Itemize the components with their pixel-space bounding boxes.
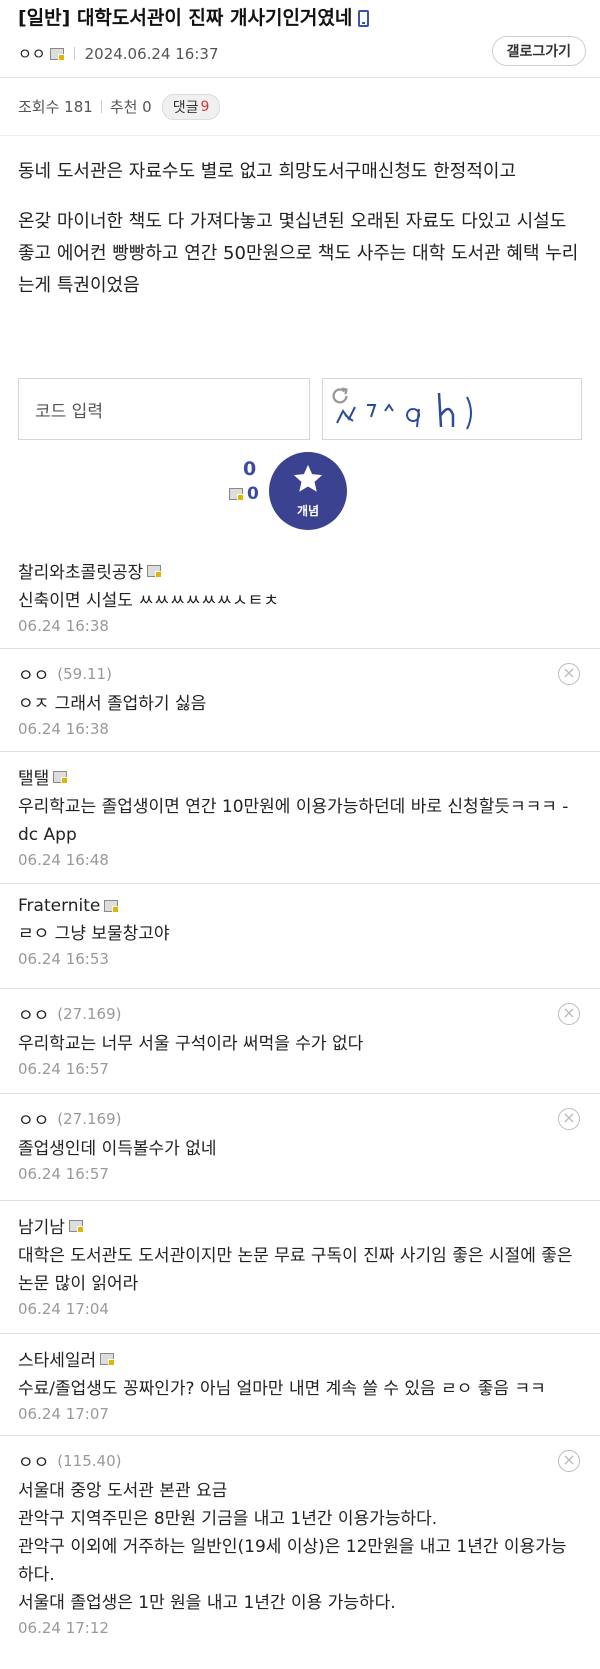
comment-item: 탤탤 우리학교는 졸업생이면 연간 10만원에 이용가능하던데 바로 신청할듯ㅋ… <box>0 752 600 884</box>
comment-ip: (59.11) <box>57 664 112 683</box>
comment-header: 남기남 <box>18 1201 582 1238</box>
captcha-image <box>322 378 582 440</box>
comment-header: Fraternite <box>18 884 582 916</box>
comment-ip: (115.40) <box>57 1451 122 1470</box>
comment-item: 찰리와초콜릿공장 신축이면 시설도 ㅆㅆㅆㅆㅆㅆㅅㅌㅊ 06.24 16:38 <box>0 546 600 649</box>
comment-ip: (27.169) <box>57 1109 122 1128</box>
delete-icon[interactable]: × <box>558 1108 580 1130</box>
delete-icon[interactable]: × <box>558 1003 580 1025</box>
delete-icon[interactable]: × <box>558 663 580 685</box>
comment-date: 06.24 17:04 <box>18 1300 109 1318</box>
comment-author[interactable]: 남기남 <box>18 1213 65 1238</box>
comment-header: 찰리와초콜릿공장 <box>18 546 582 583</box>
comment-date: 06.24 16:57 <box>18 1060 109 1078</box>
comment-text: 서울대 중앙 도서관 본관 요금 관악구 지역주민은 8만원 기금을 내고 1년… <box>18 1481 567 1613</box>
divider <box>100 100 102 113</box>
vote-area: 0 0 개념 <box>0 440 600 546</box>
code-input-placeholder: 코드 입력 <box>35 401 103 422</box>
memo-icon <box>229 488 244 501</box>
comment-text: 졸업생인데 이득볼수가 없네 <box>18 1139 217 1159</box>
comment-text: ㄹㅇ 그냥 보물창고야 <box>18 924 170 944</box>
comment-header: ㅇㅇ (27.169) <box>18 989 582 1027</box>
comment-date: 06.24 16:57 <box>18 1165 109 1183</box>
comment-date: 06.24 17:07 <box>18 1405 109 1423</box>
delete-icon[interactable]: × <box>558 1450 580 1472</box>
comment-date: 06.24 16:38 <box>18 720 109 738</box>
memo-icon <box>49 47 65 61</box>
post-paragraph: 온갖 마이너한 책도 다 가져다놓고 몇십년된 오래된 자료도 다있고 시설도 … <box>18 211 579 296</box>
comment-date: 06.24 17:12 <box>18 1619 109 1637</box>
comment-header: 탤탤 <box>18 752 582 789</box>
post-datetime: 2024.06.24 16:37 <box>84 44 219 63</box>
comment-author[interactable]: ㅇㅇ <box>18 661 49 686</box>
comment-item: ㅇㅇ (27.169) 졸업생인데 이득볼수가 없네 06.24 16:57 × <box>0 1094 600 1201</box>
refresh-icon[interactable] <box>329 385 351 407</box>
comment-text: 대학은 도서관도 도서관이지만 논문 무료 구독이 진짜 사기임 좋은 시절에 … <box>18 1246 573 1294</box>
post-author[interactable]: ㅇㅇ <box>18 43 46 64</box>
comment-item: Fraternite ㄹㅇ 그냥 보물창고야 06.24 16:53 <box>0 884 600 989</box>
post-title: [일반] 대학도서관이 진짜 개사기인거였네 <box>18 6 582 30</box>
comment-date: 06.24 16:53 <box>18 950 109 968</box>
recommend-count: 추천 0 <box>109 98 152 116</box>
comment-count-button[interactable]: 댓글 9 <box>161 93 221 120</box>
downvote-count: 0 <box>247 484 259 504</box>
downvote-count-wrap: 0 <box>225 484 259 504</box>
comment-item: ㅇㅇ (59.11) ㅇㅈ 그래서 졸업하기 싫음 06.24 16:38 × <box>0 649 600 752</box>
comment-list: 찰리와초콜릿공장 신축이면 시설도 ㅆㅆㅆㅆㅆㅆㅅㅌㅊ 06.24 16:38 … <box>0 546 600 1656</box>
comment-text: 우리학교는 너무 서울 구석이라 써먹을 수가 없다 <box>18 1034 364 1054</box>
comment-header: ㅇㅇ (27.169) <box>18 1094 582 1132</box>
comment-author[interactable]: ㅇㅇ <box>18 1106 49 1131</box>
memo-icon <box>147 564 163 578</box>
mobile-icon <box>358 9 370 27</box>
captcha-row: 코드 입력 <box>0 378 600 440</box>
comment-ip: (27.169) <box>57 1004 122 1023</box>
comment-author[interactable]: 스타세일러 <box>18 1346 96 1371</box>
comment-author[interactable]: ㅇㅇ <box>18 1448 49 1473</box>
comment-item: 스타세일러 수료/졸업생도 꽁짜인가? 아님 얼마만 내면 계속 쓸 수 있음 … <box>0 1334 600 1436</box>
upvote-button[interactable]: 개념 <box>269 452 347 530</box>
upvote-label: 개념 <box>296 504 320 518</box>
comment-header: ㅇㅇ (59.11) <box>18 649 582 687</box>
star-icon <box>293 464 323 492</box>
comment-item: ㅇㅇ (115.40) 서울대 중앙 도서관 본관 요금 관악구 지역주민은 8… <box>0 1436 600 1656</box>
comment-date: 06.24 16:38 <box>18 617 109 635</box>
comment-text: ㅇㅈ 그래서 졸업하기 싫음 <box>18 694 207 714</box>
gallog-button[interactable]: 갤로그가기 <box>491 36 586 66</box>
post-body: 동네 도서관은 자료수도 별로 없고 희망도서구매신청도 한정적이고 온갖 마이… <box>0 136 600 378</box>
post-header: [일반] 대학도서관이 진짜 개사기인거였네 ㅇㅇ 2024.06.24 16:… <box>0 0 600 78</box>
comment-text: 우리학교는 졸업생이면 연간 10만원에 이용가능하던데 바로 신청할듯ㅋㅋㅋ … <box>18 797 569 845</box>
view-count: 조회수 181 <box>18 98 93 116</box>
comment-label: 댓글 <box>172 99 199 116</box>
comment-header: 스타세일러 <box>18 1334 582 1371</box>
memo-icon <box>68 1219 84 1233</box>
comment-author[interactable]: Fraternite <box>18 896 100 916</box>
code-input[interactable]: 코드 입력 <box>18 378 310 440</box>
post-stats: 조회수 181 추천 0 댓글 9 <box>0 78 600 136</box>
comment-item: ㅇㅇ (27.169) 우리학교는 너무 서울 구석이라 써먹을 수가 없다 0… <box>0 989 600 1094</box>
divider <box>73 47 75 60</box>
comment-count: 9 <box>200 98 210 115</box>
memo-icon <box>104 900 120 913</box>
post-title-text: [일반] 대학도서관이 진짜 개사기인거였네 <box>18 7 353 29</box>
memo-icon <box>100 1352 116 1366</box>
post-paragraph: 동네 도서관은 자료수도 별로 없고 희망도서구매신청도 한정적이고 <box>18 161 517 182</box>
comment-author[interactable]: 탤탤 <box>18 764 49 789</box>
comment-text: 수료/졸업생도 꽁짜인가? 아님 얼마만 내면 계속 쓸 수 있음 ㄹㅇ 좋음 … <box>18 1379 546 1399</box>
upvote-count: 0 <box>243 458 257 480</box>
comment-date: 06.24 16:48 <box>18 851 109 869</box>
comment-item: 남기남 대학은 도서관도 도서관이지만 논문 무료 구독이 진짜 사기임 좋은 … <box>0 1201 600 1334</box>
comment-header: ㅇㅇ (115.40) <box>18 1436 582 1474</box>
comment-text: 신축이면 시설도 ㅆㅆㅆㅆㅆㅆㅅㅌㅊ <box>18 591 280 611</box>
comment-author[interactable]: 찰리와초콜릿공장 <box>18 558 143 583</box>
captcha-scribble <box>336 392 472 430</box>
memo-icon <box>53 770 69 784</box>
comment-author[interactable]: ㅇㅇ <box>18 1001 49 1026</box>
